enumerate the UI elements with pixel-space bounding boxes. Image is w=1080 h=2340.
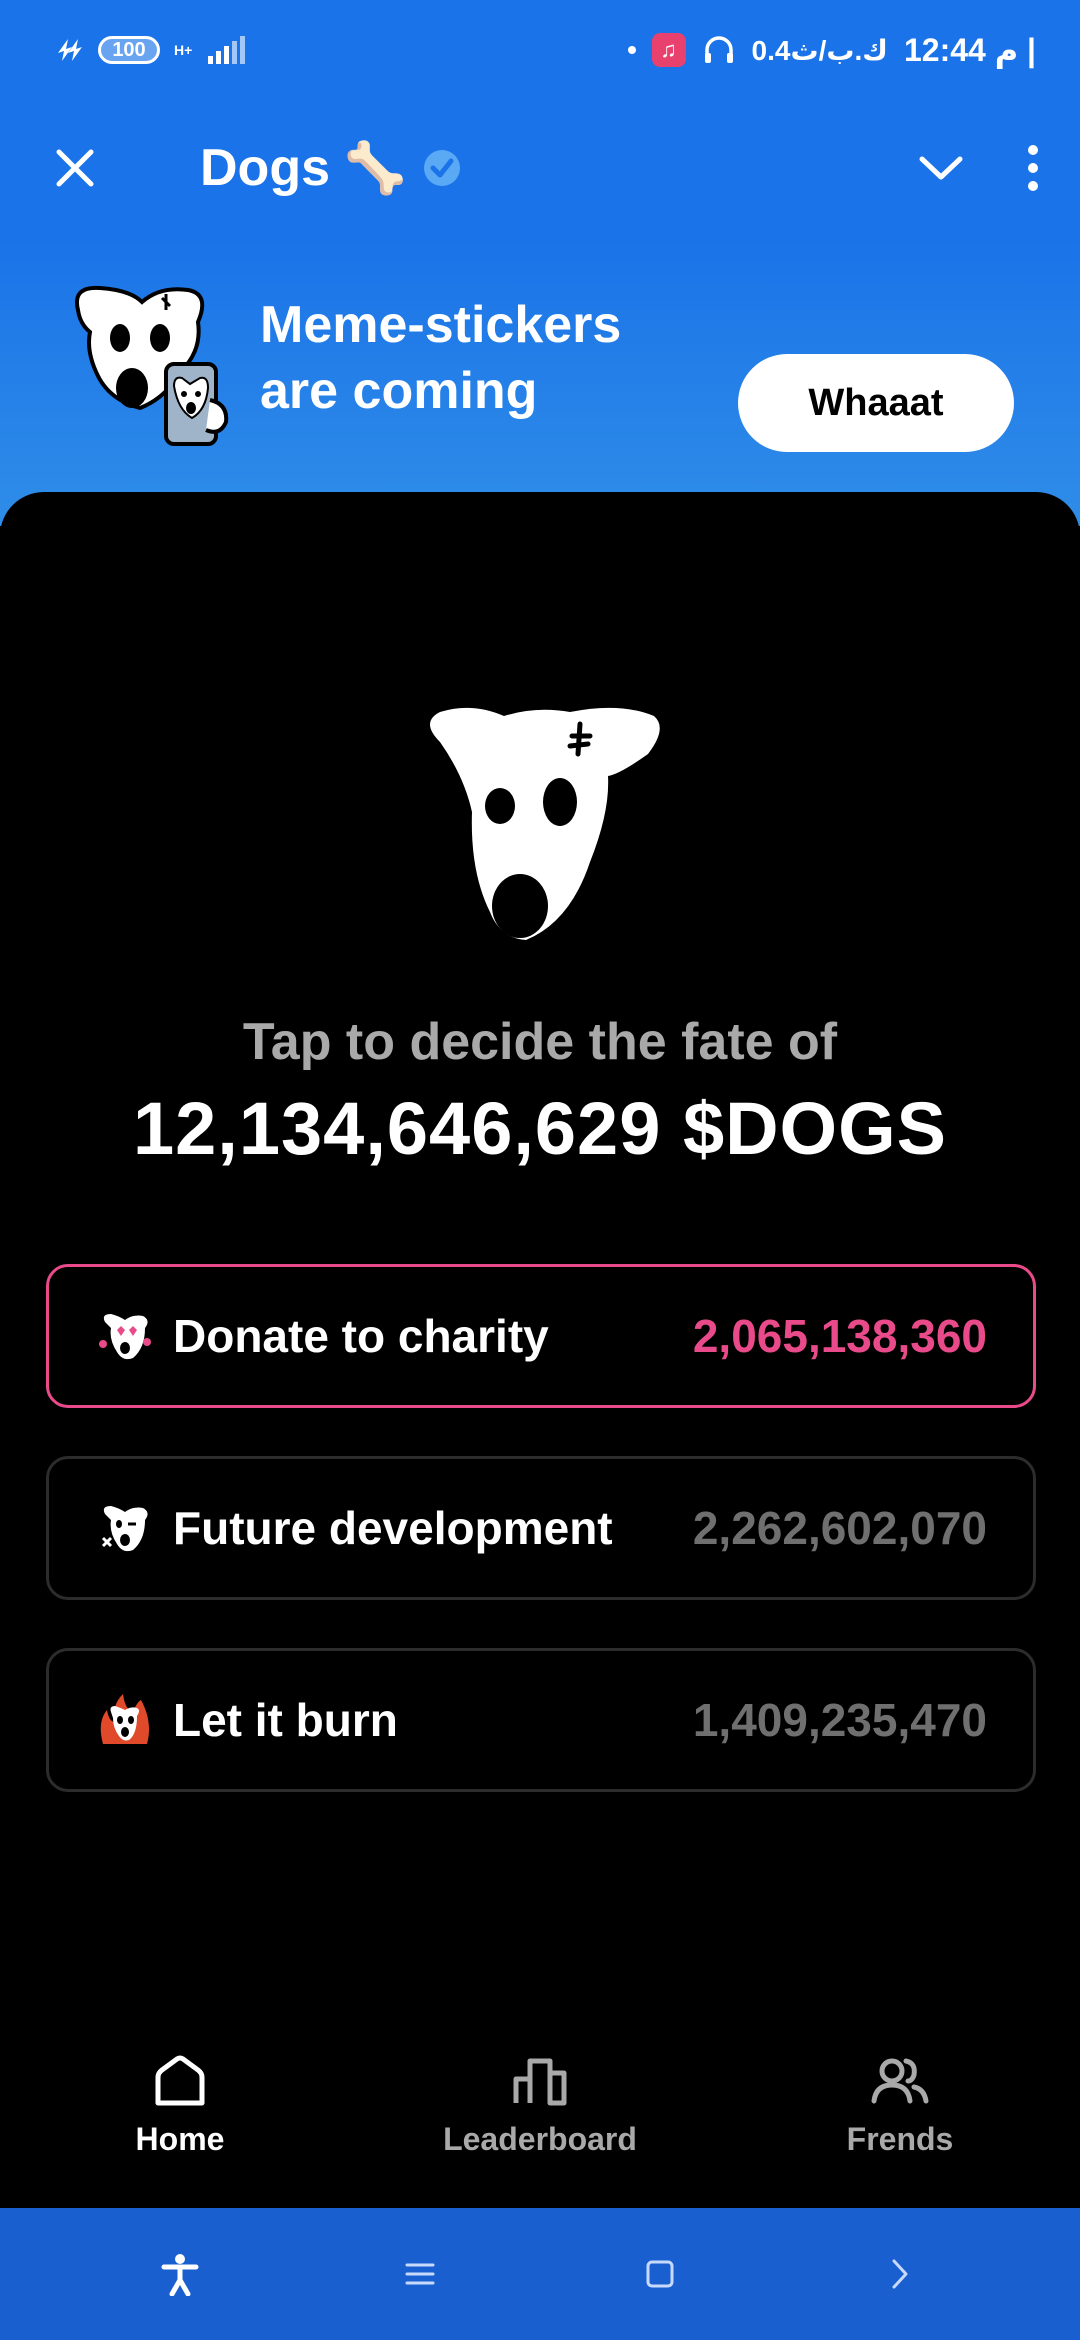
back-system-button[interactable] — [870, 2244, 930, 2304]
banner-line-2: are coming — [260, 362, 538, 420]
option-let-it-burn[interactable]: Let it burn 1,409,235,470 — [46, 1648, 1036, 1792]
nav-leaderboard[interactable]: Leaderboard — [390, 2051, 690, 2158]
menu-lines-icon — [405, 2263, 435, 2285]
accessibility-icon — [161, 2254, 199, 2296]
banner-line-1: Meme-stickers — [260, 296, 622, 354]
close-icon — [56, 149, 94, 187]
battery-indicator: 100 — [98, 36, 160, 64]
dog-fire-icon — [100, 1694, 149, 1744]
option-label: Future development — [173, 1502, 613, 1554]
nav-label: Frends — [846, 2120, 954, 2157]
nav-friends[interactable]: Frends — [750, 2051, 1050, 2158]
home-system-button[interactable] — [630, 2244, 690, 2304]
option-label: Donate to charity — [173, 1310, 549, 1362]
app-header: Dogs 🦴 — [0, 100, 1080, 236]
promo-banner: Meme-stickers are coming Whaaat — [0, 236, 1080, 526]
nav-label: Leaderboard — [443, 2120, 637, 2157]
dog-love-icon — [99, 1314, 151, 1360]
status-right: ♫ 0.4ك.ب/ث 12:44 م | — [627, 31, 1036, 69]
option-future-development[interactable]: Future development 2,262,602,070 — [46, 1456, 1036, 1600]
headphones-icon — [704, 36, 733, 63]
friends-icon — [871, 2058, 929, 2103]
network-speed: 0.4ك.ب/ث — [751, 34, 888, 66]
header-actions — [916, 143, 1040, 193]
home-icon — [155, 2055, 205, 2105]
option-value: 1,409,235,470 — [692, 1694, 987, 1746]
verified-badge-icon — [424, 150, 461, 186]
chevron-right-icon — [892, 2259, 908, 2289]
system-nav-bar — [0, 2208, 1080, 2340]
close-button[interactable] — [40, 133, 110, 203]
signal-icon — [208, 36, 246, 64]
app-title-text: Dogs — [200, 139, 330, 197]
total-dogs-counter: 12,134,646,629 $DOGS — [0, 1086, 1080, 1171]
notification-dot-icon — [627, 46, 636, 54]
nav-label: Home — [135, 2120, 225, 2157]
dogs-logo-icon — [430, 707, 660, 940]
recent-apps-button[interactable] — [390, 2244, 450, 2304]
main-card: Tap to decide the fate of 12,134,646,629… — [0, 492, 1080, 2208]
square-icon — [646, 2260, 674, 2288]
token-symbol: $DOGS — [682, 1087, 948, 1170]
dog-wink-icon — [101, 1506, 148, 1552]
total-amount: 12,134,646,629 — [132, 1087, 662, 1170]
banner-text: Meme-stickers are coming — [260, 292, 700, 424]
tap-label: Tap to decide the fate of — [242, 1013, 838, 1071]
whaaat-button[interactable]: Whaaat — [738, 354, 1014, 452]
nav-home[interactable]: Home — [30, 2051, 330, 2158]
option-value: 2,262,602,070 — [692, 1502, 987, 1554]
chevron-down-icon[interactable] — [916, 151, 966, 185]
clock: 12:44 م | — [903, 32, 1036, 68]
charging-icon — [58, 39, 82, 61]
bone-emoji: 🦴 — [344, 139, 407, 196]
more-menu-icon[interactable] — [1026, 143, 1040, 193]
status-left: 100 H+ — [54, 35, 246, 65]
option-label: Let it burn — [173, 1694, 398, 1746]
network-type: H+ — [174, 42, 193, 58]
dog-with-phone-icon — [75, 285, 229, 446]
leaderboard-icon — [513, 2058, 567, 2105]
option-value: 2,065,138,360 — [692, 1310, 987, 1362]
accessibility-button[interactable] — [150, 2244, 210, 2304]
status-bar: 100 H+ ♫ 0.4ك.ب/ث 12:44 م | — [0, 0, 1080, 100]
app-title: Dogs 🦴 — [200, 138, 464, 198]
bottom-nav: Home Leaderboard Frends — [0, 2000, 1080, 2208]
music-app-icon: ♫ — [651, 33, 686, 67]
option-donate-to-charity[interactable]: Donate to charity 2,065,138,360 — [46, 1264, 1036, 1408]
